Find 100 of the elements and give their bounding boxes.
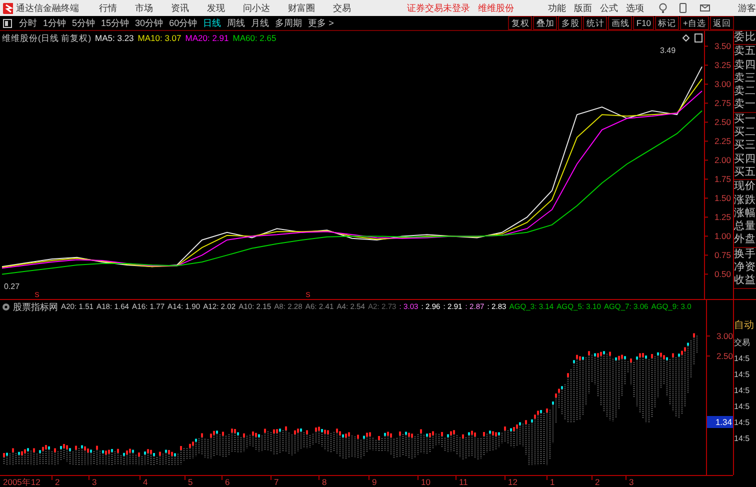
period-tab[interactable]: 周线 <box>224 16 248 30</box>
trade-time: 14:5 <box>734 433 751 445</box>
quote-label: 卖三 <box>734 72 756 85</box>
trade-time: 14:5 <box>734 385 751 397</box>
lightbulb-icon[interactable] <box>658 3 668 13</box>
quote-label: 卖五 <box>734 45 756 59</box>
axis-label: 3.50 <box>714 41 731 52</box>
toolbar-button[interactable]: 复权 <box>508 16 532 30</box>
login-status: 证券交易未登录 <box>407 2 470 15</box>
date-label: 8 <box>322 477 327 486</box>
quote-label: 卖四 <box>734 58 756 72</box>
period-tab[interactable]: 分时 <box>16 16 40 30</box>
quote-label: 买三 <box>734 139 756 153</box>
stock-link[interactable]: 维维股份 <box>478 0 514 16</box>
quote-label: 买二 <box>734 126 756 140</box>
menu-item[interactable]: 行情 <box>99 0 117 16</box>
quote-label: 买一 <box>734 112 756 126</box>
user-label[interactable]: 游客 <box>738 0 756 16</box>
menu-item[interactable]: 功能 <box>548 0 566 16</box>
trade-time: 14:5 <box>734 353 751 365</box>
date-label: 12 <box>508 477 518 486</box>
period-tab[interactable]: 5分钟 <box>69 16 98 30</box>
date-label: 5 <box>188 477 193 486</box>
date-label: 4 <box>143 477 148 486</box>
trade-mode[interactable]: 自动 <box>734 318 756 334</box>
period-tab[interactable]: 月线 <box>248 16 272 30</box>
quote-label: 卖一 <box>734 98 756 112</box>
chart-title: 维维股份(日线 前复权) <box>2 32 92 45</box>
axis-label: 0.50 <box>714 269 731 280</box>
period-tab[interactable]: 15分钟 <box>98 16 132 30</box>
menu-item[interactable]: 市场 <box>135 0 153 16</box>
date-label: 9 <box>372 477 377 486</box>
diamond-icon <box>682 34 690 42</box>
period-tab[interactable]: 日线 <box>200 16 224 30</box>
quote-label: 换手 <box>734 248 756 262</box>
axis-label: 2.50 <box>716 351 733 361</box>
price-annotation: 0.27 <box>4 282 20 291</box>
menu-item[interactable]: 发现 <box>207 0 225 16</box>
axis-label: 2.00 <box>714 155 731 166</box>
period-tab[interactable]: 1分钟 <box>40 16 70 30</box>
ma-value: MA20: 2.91 <box>185 32 229 45</box>
menu-item[interactable]: 版面 <box>574 0 592 16</box>
date-label: 2 <box>595 477 600 486</box>
trade-time: 14:5 <box>734 417 751 429</box>
period-tab[interactable]: 更多 > <box>305 16 337 30</box>
menu-item[interactable]: 资讯 <box>171 0 189 16</box>
menu-item[interactable]: 交易 <box>333 0 351 16</box>
trade-time: 14:5 <box>734 369 751 381</box>
toolbar-button[interactable]: 叠加 <box>533 16 558 30</box>
axis-label: 1.25 <box>714 212 731 222</box>
quote-label: 净资 <box>734 261 756 274</box>
quote-label: 收益 <box>734 274 756 288</box>
axis-label: 0.75 <box>714 250 731 260</box>
app-title: 通达信金融终端 <box>16 2 79 15</box>
ma-value: MA5: 3.23 <box>95 32 134 45</box>
date-label: 6 <box>225 477 230 486</box>
period-tab[interactable]: 60分钟 <box>166 16 200 30</box>
quote-label: 外盘 <box>734 233 756 247</box>
settings-icon[interactable] <box>2 303 10 311</box>
panel-toggle-icon[interactable] <box>3 18 12 28</box>
date-label: 1 <box>550 477 555 486</box>
axis-label: 3.00 <box>714 79 731 90</box>
toolbar-button[interactable]: 标记 <box>655 16 680 30</box>
quote-label: 涨幅 <box>734 206 756 220</box>
ma-value: MA10: 3.07 <box>138 32 182 45</box>
date-label: 3 <box>629 477 634 486</box>
axis-label: 3.25 <box>714 60 731 70</box>
toolbar-button[interactable]: 画线 <box>608 16 632 30</box>
quote-label: 涨跌 <box>734 194 756 207</box>
current-value-badge: 1.34 <box>707 416 733 428</box>
axis-label: 1.50 <box>714 193 731 204</box>
quote-label: 卖二 <box>734 85 756 98</box>
period-tab[interactable]: 多周期 <box>272 16 306 30</box>
toolbar-button[interactable]: +自选 <box>680 16 709 30</box>
quote-label: 买四 <box>734 152 756 166</box>
price-annotation: 3.49 <box>660 46 676 55</box>
axis-label: 2.75 <box>714 98 731 108</box>
mail-icon[interactable] <box>700 3 710 13</box>
toolbar-button[interactable]: 统计 <box>583 16 608 30</box>
toolbar-button[interactable]: 多股 <box>558 16 582 30</box>
trade-label: 交易 <box>734 336 751 348</box>
date-label: 11 <box>459 477 468 486</box>
menu-item[interactable]: 问小达 <box>243 0 270 16</box>
quote-label: 现价 <box>734 180 756 194</box>
quote-label: 买五 <box>734 166 756 180</box>
period-tab[interactable]: 30分钟 <box>132 16 166 30</box>
logo-icon <box>3 2 13 14</box>
quote-label: 总量 <box>734 220 756 234</box>
trade-time: 14:5 <box>734 401 751 413</box>
ma-value: MA60: 2.65 <box>232 32 276 45</box>
phone-icon[interactable] <box>678 3 688 13</box>
date-label: 3 <box>92 477 97 486</box>
axis-label: 2.50 <box>714 117 731 128</box>
axis-label: 1.00 <box>714 231 731 242</box>
toolbar-button[interactable]: F10 <box>633 16 654 30</box>
menu-item[interactable]: 公式 <box>600 0 618 16</box>
toolbar-button[interactable]: 返回 <box>710 16 734 30</box>
menu-item[interactable]: 财富圈 <box>288 0 315 16</box>
axis-label: 1.75 <box>714 174 731 184</box>
menu-item[interactable]: 选项 <box>626 0 644 16</box>
